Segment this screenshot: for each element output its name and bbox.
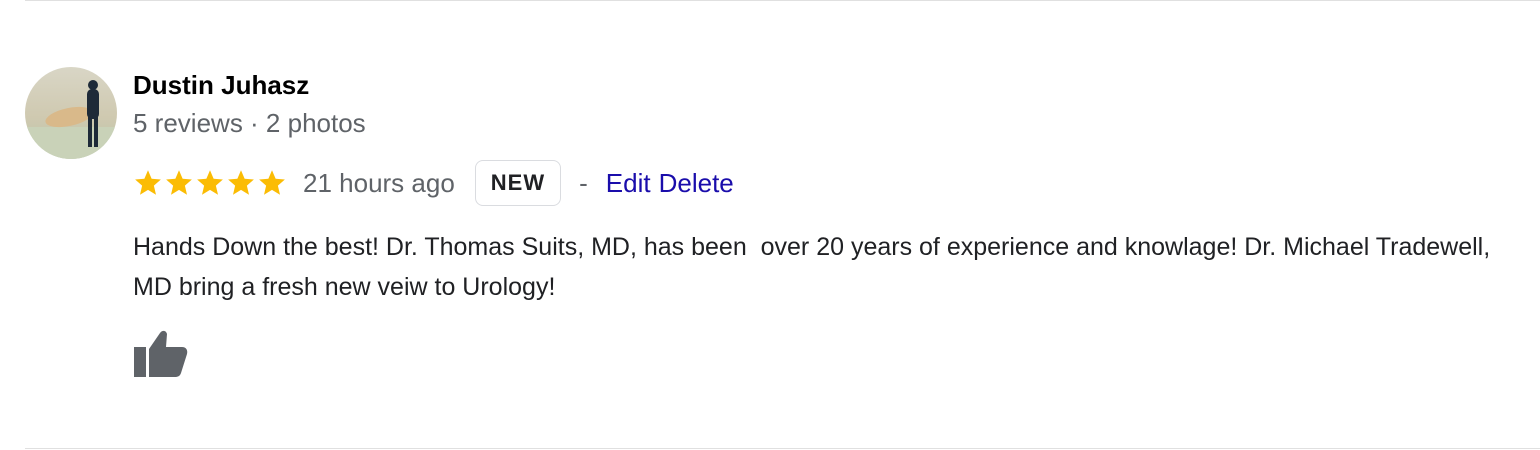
review-time: 21 hours ago bbox=[303, 168, 455, 198]
thumbs-up-icon bbox=[134, 330, 188, 377]
reviewer-meta: 5 reviews · 2 photos bbox=[133, 108, 366, 138]
review-card: Dustin Juhasz 5 reviews · 2 photos 21 ho… bbox=[0, 0, 1540, 450]
star-icon bbox=[197, 170, 223, 195]
edit-link[interactable]: Edit bbox=[606, 168, 651, 199]
bottom-divider bbox=[25, 448, 1540, 449]
star-icon bbox=[259, 170, 285, 195]
star-rating bbox=[133, 168, 287, 198]
like-button[interactable] bbox=[133, 329, 189, 379]
new-badge: NEW bbox=[474, 160, 562, 206]
review-text: Hands Down the best! Dr. Thomas Suits, M… bbox=[133, 233, 1498, 301]
reviewer-name[interactable]: Dustin Juhasz bbox=[133, 70, 309, 100]
action-separator: - bbox=[579, 167, 588, 198]
star-icon bbox=[166, 170, 192, 195]
avatar[interactable] bbox=[25, 67, 117, 159]
star-icon bbox=[228, 170, 254, 195]
star-icon bbox=[135, 170, 161, 195]
rating-row: 21 hours ago NEW - Edit Delete bbox=[133, 158, 734, 208]
top-divider bbox=[25, 0, 1540, 1]
delete-link[interactable]: Delete bbox=[659, 168, 734, 199]
avatar-photo bbox=[25, 67, 117, 159]
